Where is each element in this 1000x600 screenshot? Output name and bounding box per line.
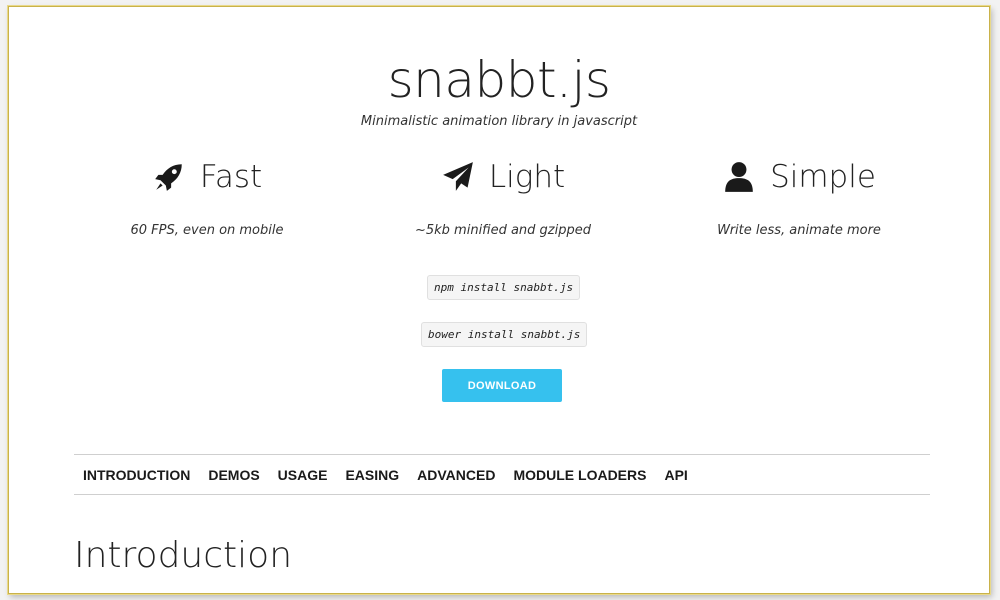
nav-item-introduction[interactable]: INTRODUCTION [83,467,190,483]
page-frame: snabbt.js Minimalistic animation library… [8,6,990,594]
feature-description: 60 FPS, even on mobile [130,223,284,238]
nav-item-usage[interactable]: USAGE [278,467,328,483]
nav-item-advanced[interactable]: ADVANCED [417,467,495,483]
section-nav: INTRODUCTION DEMOS USAGE EASING ADVANCED… [74,454,930,495]
feature-fast: Fast 60 FPS, even on mobile [57,157,357,238]
bower-install-command: bower install snabbt.js [421,322,588,347]
nav-item-demos[interactable]: DEMOS [208,467,259,483]
feature-head: Light [353,157,653,197]
feature-label: Fast [199,159,263,195]
feature-head: Simple [649,157,949,197]
feature-description: ~5kb minified and gzipped [414,223,591,238]
user-icon [725,162,753,192]
npm-install-command: npm install snabbt.js [427,275,581,300]
page-title: snabbt.js [387,51,611,109]
nav-item-api[interactable]: API [664,467,687,483]
download-button[interactable]: DOWNLOAD [442,369,562,402]
section-heading: Introduction [74,535,293,576]
paper-plane-icon [442,162,473,191]
feature-label: Light [488,159,566,195]
feature-description: Write less, animate more [717,223,881,238]
nav-item-module-loaders[interactable]: MODULE LOADERS [513,467,646,483]
feature-head: Fast [57,157,357,197]
rocket-icon [155,164,182,191]
feature-simple: Simple Write less, animate more [649,157,949,238]
feature-light: Light ~5kb minified and gzipped [353,157,653,238]
nav-item-easing[interactable]: EASING [345,467,399,483]
page-subtitle: Minimalistic animation library in javasc… [360,114,638,129]
feature-label: Simple [770,159,876,195]
